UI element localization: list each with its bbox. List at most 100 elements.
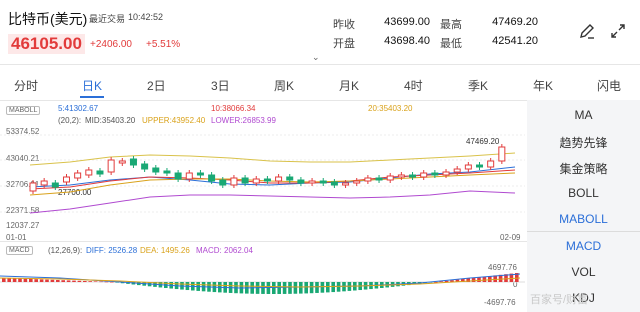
ma5-line xyxy=(29,166,516,188)
candle xyxy=(442,171,450,176)
macd-bar xyxy=(326,282,330,293)
candle xyxy=(409,174,417,178)
macd-bar xyxy=(444,280,449,282)
tab-intraday[interactable]: 分时 xyxy=(14,77,38,94)
sidebar-item-ma[interactable]: MA xyxy=(527,108,640,122)
stock-quote-screen: 比特币(美元) 最近交易 10:42:52 46105.00 +2406.00 … xyxy=(0,0,640,312)
sidebar-item-vol[interactable]: VOL xyxy=(527,265,640,279)
macd-bar xyxy=(23,278,28,282)
tab-quarter-k[interactable]: 季K xyxy=(468,77,488,94)
tab-3day[interactable]: 3日 xyxy=(211,77,230,94)
macd-value: MACD: 2062.04 xyxy=(196,246,253,255)
candle xyxy=(107,159,115,173)
indicator-tag-macd[interactable]: MACD xyxy=(6,246,33,255)
macd-bar xyxy=(12,278,17,282)
sidebar-divider xyxy=(527,231,640,232)
candle xyxy=(453,168,461,173)
macd-bar xyxy=(277,282,281,294)
macd-bar xyxy=(477,277,481,282)
macd-diff: DIFF: 2526.28 xyxy=(86,246,138,255)
macd-bar xyxy=(293,282,298,294)
sidebar-item-boll[interactable]: BOLL xyxy=(527,186,640,200)
macd-bar xyxy=(88,281,92,282)
sidebar-item-strategy[interactable]: 集金策略 xyxy=(527,160,640,177)
candle xyxy=(286,176,294,181)
macd-bar xyxy=(282,282,287,294)
ma10-label: 10:38066.34 xyxy=(211,104,256,113)
macd-bar xyxy=(99,281,103,283)
candle xyxy=(96,170,104,175)
asset-title: 比特币(美元) xyxy=(8,11,88,27)
draw-pen-icon[interactable] xyxy=(578,22,596,45)
trade-time: 10:42:52 xyxy=(128,12,164,22)
candle xyxy=(364,177,372,182)
tab-flash[interactable]: 闪电 xyxy=(597,77,621,94)
candle xyxy=(74,172,82,179)
open-value: 43698.40 xyxy=(384,35,430,47)
macd-bar xyxy=(299,282,303,294)
macd-bar xyxy=(315,282,319,293)
macd-bar xyxy=(2,278,6,282)
candle xyxy=(174,172,182,180)
candle xyxy=(397,174,405,178)
macd-bar xyxy=(61,280,65,282)
fullscreen-icon[interactable] xyxy=(609,22,627,45)
tab-day-k[interactable]: 日K xyxy=(82,77,102,94)
high-value: 47469.20 xyxy=(492,16,538,28)
macd-bar xyxy=(72,280,76,282)
macd-bar xyxy=(93,281,98,282)
tab-2day[interactable]: 2日 xyxy=(147,77,166,94)
boll-lower-line xyxy=(29,190,516,214)
macd-bar xyxy=(304,282,308,294)
price-change-pct: +5.51% xyxy=(146,39,181,50)
candle xyxy=(308,180,316,184)
candle xyxy=(185,172,193,180)
candle xyxy=(498,146,506,162)
candle xyxy=(330,181,338,186)
candle xyxy=(219,179,227,186)
tab-year-k[interactable]: 年K xyxy=(533,77,553,94)
boll-upper: UPPER:43952.40 xyxy=(142,116,206,125)
chevron-down-icon[interactable]: ⌄ xyxy=(312,52,320,63)
macd-bar xyxy=(272,282,276,294)
trade-label: 最近交易 xyxy=(89,14,126,24)
candle xyxy=(275,176,283,182)
macd-bar xyxy=(29,279,33,282)
boll-params: (20,2): xyxy=(58,116,82,125)
tab-month-k[interactable]: 月K xyxy=(339,77,359,94)
macd-bar xyxy=(39,279,44,282)
sidebar-item-macd[interactable]: MACD xyxy=(527,239,640,253)
macd-bar xyxy=(110,282,114,283)
macd-bar xyxy=(471,277,476,282)
indicator-sidebar xyxy=(527,100,640,312)
candle xyxy=(152,167,160,173)
macd-bar xyxy=(104,281,109,283)
sidebar-item-maboll[interactable]: MABOLL xyxy=(527,212,640,226)
macd-bar xyxy=(309,282,314,294)
tab-4hour[interactable]: 4时 xyxy=(404,77,423,94)
candle xyxy=(129,158,137,166)
candle xyxy=(241,177,249,184)
candle xyxy=(29,182,37,192)
macd-bar xyxy=(83,281,87,282)
macd-chart[interactable] xyxy=(0,256,525,306)
candle xyxy=(263,178,271,182)
boll-mid: MID:35403.20 xyxy=(85,116,136,125)
low-label: 最低 xyxy=(440,38,462,50)
macd-bar xyxy=(320,282,325,293)
candlestick-chart[interactable] xyxy=(0,125,525,235)
candle xyxy=(196,172,204,176)
sidebar-item-trend[interactable]: 趋势先锋 xyxy=(527,134,640,151)
candle xyxy=(51,182,59,188)
candle xyxy=(420,172,428,178)
indicator-tag-maboll[interactable]: MABOLL xyxy=(6,106,41,115)
candle xyxy=(476,164,484,168)
active-tab-indicator xyxy=(80,96,104,98)
candle xyxy=(375,177,383,181)
watermark: 百家号/财富 xyxy=(530,294,589,306)
tab-week-k[interactable]: 周K xyxy=(274,77,294,94)
candle xyxy=(386,175,394,181)
macd-dea: DEA: 1495.26 xyxy=(140,246,190,255)
prev-close-value: 43699.00 xyxy=(384,16,430,28)
macd-params: (12,26,9): xyxy=(48,246,83,255)
